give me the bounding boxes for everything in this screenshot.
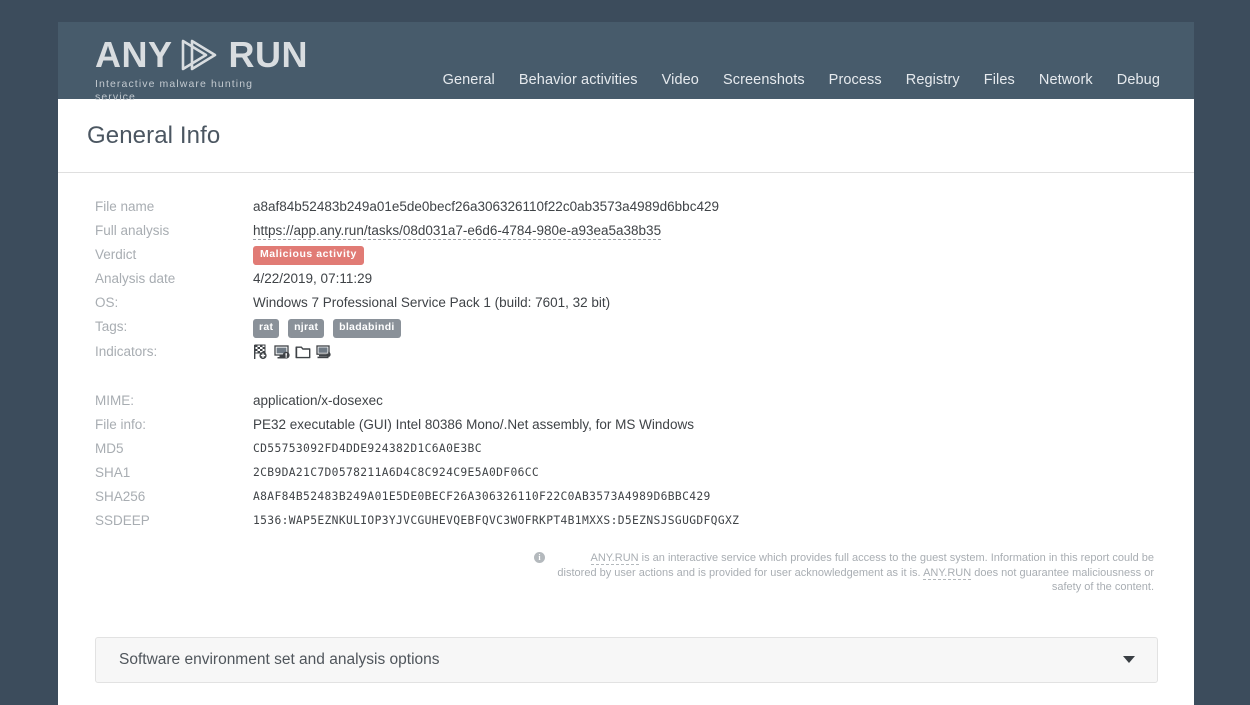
logo-text-run: RUN: [228, 34, 309, 75]
monitor-alert-icon[interactable]: [274, 344, 290, 360]
label-indicators: Indicators:: [95, 344, 158, 359]
row-analysis-date: Analysis date 4/22/2019, 07:11:29: [95, 267, 1194, 291]
label-file-info: File info:: [95, 417, 147, 432]
value-file-name: a8af84b52483b249a01e5de0becf26a306326110…: [253, 199, 719, 214]
page-title-bar: General Info: [58, 99, 1194, 173]
row-file-info: File info: PE32 executable (GUI) Intel 8…: [95, 413, 1194, 437]
nav-registry[interactable]: Registry: [894, 72, 972, 88]
tag-bladabindi[interactable]: bladabindi: [333, 319, 401, 338]
value-indicators: [253, 340, 332, 360]
label-os: OS:: [95, 295, 119, 310]
chevron-down-icon[interactable]: [1123, 656, 1135, 663]
value-sha1: 2CB9DA21C7D0578211A6D4C8C924C9E5A0DF06CC: [253, 466, 540, 479]
value-sha256: A8AF84B52483B249A01E5DE0BECF26A306326110…: [253, 490, 711, 503]
main-navigation: General Behavior activities Video Screen…: [431, 72, 1160, 88]
nav-debug[interactable]: Debug: [1105, 72, 1160, 88]
nav-general[interactable]: General: [431, 72, 507, 88]
brand-tagline: Interactive malware hunting service: [95, 78, 254, 104]
row-sha256: SHA256 A8AF84B52483B249A01E5DE0BECF26A30…: [95, 485, 1194, 509]
disclaimer-text-second: does not guarantee maliciousness or safe…: [971, 566, 1154, 594]
row-ssdeep: SSDEEP 1536:WAP5EZNKULIOP3YJVCGUHEVQEBFQ…: [95, 509, 1194, 533]
info-circle-icon: i: [534, 552, 545, 563]
label-sha1: SHA1: [95, 465, 131, 480]
general-info-table: File name a8af84b52483b249a01e5de0becf26…: [58, 173, 1194, 533]
nav-video[interactable]: Video: [650, 72, 711, 88]
value-full-analysis: https://app.any.run/tasks/08d031a7-e6d6-…: [253, 219, 662, 243]
label-md5: MD5: [95, 441, 124, 456]
value-verdict: Malicious activity: [253, 243, 364, 267]
label-sha256: SHA256: [95, 489, 146, 504]
label-analysis-date: Analysis date: [95, 271, 176, 286]
accordion-title: Software environment set and analysis op…: [119, 650, 440, 668]
full-analysis-link[interactable]: https://app.any.run/tasks/08d031a7-e6d6-…: [253, 223, 662, 240]
tag-njrat[interactable]: njrat: [288, 319, 325, 338]
value-mime: application/x-dosexec: [253, 393, 383, 408]
network-fire-icon[interactable]: [316, 344, 332, 360]
nav-behavior-activities[interactable]: Behavior activities: [507, 72, 650, 88]
label-full-analysis: Full analysis: [95, 223, 170, 238]
checkered-flag-icon[interactable]: [253, 344, 269, 360]
tag-rat[interactable]: rat: [253, 319, 280, 338]
row-os: OS: Windows 7 Professional Service Pack …: [95, 291, 1194, 315]
nav-files[interactable]: Files: [972, 72, 1027, 88]
label-file-name: File name: [95, 199, 155, 214]
nav-process[interactable]: Process: [817, 72, 894, 88]
label-mime: MIME:: [95, 393, 134, 408]
row-full-analysis: Full analysis https://app.any.run/tasks/…: [95, 219, 1194, 243]
logo-wordmark: ANY RUN: [95, 36, 395, 74]
folder-icon[interactable]: [295, 344, 311, 360]
row-verdict: Verdict Malicious activity: [95, 243, 1194, 267]
row-mime: MIME: application/x-dosexec: [95, 389, 1194, 413]
value-ssdeep: 1536:WAP5EZNKULIOP3YJVCGUHEVQEBFQVC3WOFR…: [253, 514, 740, 527]
disclaimer-brand-first[interactable]: ANY.RUN: [590, 552, 639, 565]
row-indicators: Indicators:: [95, 340, 1194, 364]
indicator-icon-list: [253, 340, 332, 360]
play-triangle-icon: [179, 38, 225, 72]
status-badge-verdict: Malicious activity: [253, 246, 364, 265]
label-verdict: Verdict: [95, 247, 137, 262]
row-file-name: File name a8af84b52483b249a01e5de0becf26…: [95, 195, 1194, 219]
value-file-info: PE32 executable (GUI) Intel 80386 Mono/.…: [253, 417, 694, 432]
row-tags: Tags: rat njrat bladabindi: [95, 315, 1194, 340]
report-page: ANY RUN Interactive malware hunting serv…: [58, 22, 1194, 705]
value-os: Windows 7 Professional Service Pack 1 (b…: [253, 295, 611, 310]
nav-network[interactable]: Network: [1027, 72, 1105, 88]
value-tags: rat njrat bladabindi: [253, 315, 406, 340]
site-header: ANY RUN Interactive malware hunting serv…: [58, 22, 1194, 103]
label-ssdeep: SSDEEP: [95, 513, 150, 528]
value-analysis-date: 4/22/2019, 07:11:29: [253, 271, 373, 286]
label-tags: Tags:: [95, 319, 128, 334]
disclaimer-note: i ANY.RUN is an interactive service which…: [534, 551, 1154, 595]
page-title: General Info: [87, 121, 221, 149]
disclaimer-brand-second[interactable]: ANY.RUN: [923, 566, 972, 580]
nav-screenshots[interactable]: Screenshots: [711, 72, 817, 88]
row-md5: MD5 CD55753092FD4DDE924382D1C6A0E3BC: [95, 437, 1194, 461]
value-md5: CD55753092FD4DDE924382D1C6A0E3BC: [253, 442, 482, 455]
logo-text-any: ANY: [95, 34, 173, 75]
software-environment-accordion[interactable]: Software environment set and analysis op…: [95, 636, 1158, 683]
row-sha1: SHA1 2CB9DA21C7D0578211A6D4C8C924C9E5A0D…: [95, 461, 1194, 485]
brand-logo[interactable]: ANY RUN Interactive malware hunting serv…: [95, 36, 395, 104]
